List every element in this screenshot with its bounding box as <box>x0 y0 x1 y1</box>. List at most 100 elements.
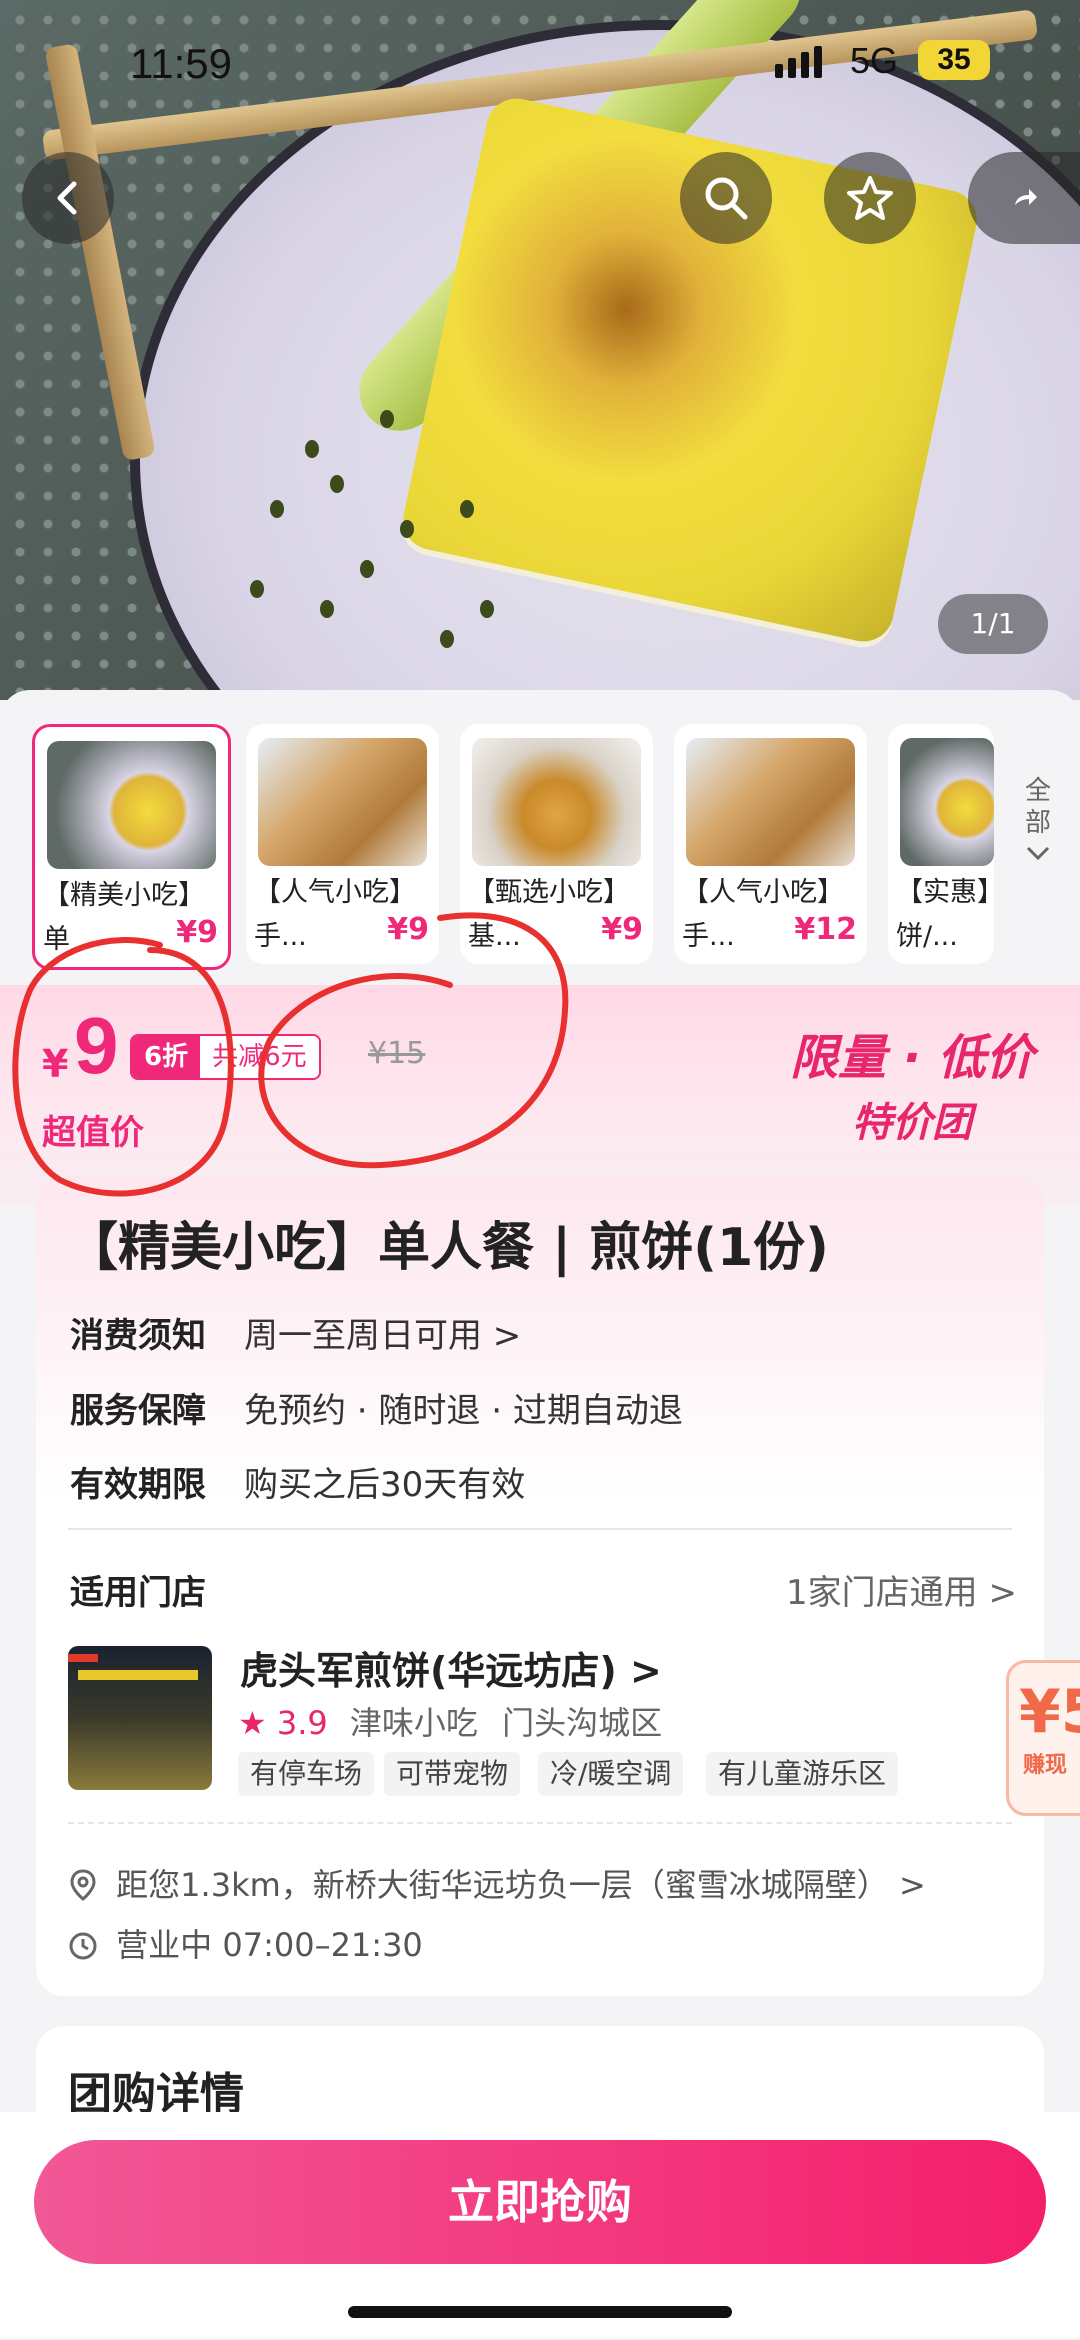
thumbnail-price: ¥9 <box>387 912 429 947</box>
reward-amount: ¥5 <box>1019 1677 1080 1747</box>
thumbnail-title: 【甄选小吃】 <box>468 877 630 908</box>
thumbnail-subtitle: 基... <box>468 921 521 952</box>
thumbnail-subtitle: 手... <box>682 921 735 952</box>
star-icon: ★ <box>238 1704 267 1742</box>
thumbnail-item[interactable]: 【人气小吃】 手... ¥12 <box>674 724 867 964</box>
store-sign-light <box>78 1670 198 1680</box>
mung-bean <box>250 580 264 598</box>
thumbnail-image <box>472 738 641 866</box>
mung-bean <box>320 600 334 618</box>
info-row-usage[interactable]: 消费须知 周一至周日可用 > <box>70 1308 521 1357</box>
thumbnail-image <box>900 738 994 866</box>
chevron-down-icon <box>1026 846 1050 861</box>
package-thumbnails: 【精美小吃】 单 ¥9 【人气小吃】 手... ¥9 【甄选小吃】 基... ¥… <box>0 712 1080 974</box>
thumbnail-item[interactable]: 【精美小吃】 单 ¥9 <box>32 724 231 970</box>
thumbnail-item[interactable]: 【实惠】 饼/... <box>888 724 994 964</box>
thumbnail-price: ¥9 <box>601 912 643 947</box>
saving-amount: 共减6元 <box>200 1036 319 1078</box>
reward-label: 赚现 <box>1023 1753 1068 1778</box>
mung-bean <box>460 500 474 518</box>
star-icon <box>847 176 893 220</box>
info-value: 周一至周日可用 > <box>244 1316 522 1356</box>
status-time: 11:59 <box>130 40 232 87</box>
thumbnail-image <box>47 741 216 869</box>
battery-icon: 35 <box>918 40 990 80</box>
location-pin-icon <box>70 1869 96 1901</box>
info-key: 消费须知 <box>70 1316 206 1356</box>
thumbnail-title: 【人气小吃】 <box>682 877 844 908</box>
mung-bean <box>480 600 494 618</box>
view-all-label: 部 <box>1024 808 1051 838</box>
store-tag: 冷/暖空调 <box>538 1752 684 1796</box>
mung-bean <box>400 520 414 538</box>
thumbnail-title: 【人气小吃】 <box>254 877 416 908</box>
thumbnail-price: ¥9 <box>176 915 218 950</box>
search-button[interactable] <box>680 152 772 244</box>
share-button[interactable] <box>968 152 1080 244</box>
mung-bean <box>440 630 454 648</box>
thumbnail-image <box>686 738 855 866</box>
status-bar: 11:59 5G 35 <box>0 0 1080 120</box>
discount-rate: 6折 <box>132 1036 201 1078</box>
thumbnail-title: 【精美小吃】 <box>43 880 205 911</box>
price-currency: ¥ <box>42 1042 69 1086</box>
view-all-label: 全 <box>1024 776 1051 806</box>
buy-now-button[interactable]: 立即抢购 <box>34 2140 1046 2264</box>
store-rating-row: ★ 3.9 津味小吃 门头沟城区 <box>238 1698 662 1744</box>
mung-bean <box>330 475 344 493</box>
promo-subheadline: 特价团 <box>852 1100 972 1146</box>
store-tag: 有停车场 <box>238 1752 375 1796</box>
view-all-button[interactable]: 全 部 <box>1008 775 1068 871</box>
store-address: 距您1.3km，新桥大街华远坊负一层（蜜雪冰城隔壁） > <box>116 1866 926 1904</box>
mung-bean <box>305 440 319 458</box>
value-price-label: 超值价 <box>42 1113 144 1153</box>
thumbnail-title: 【实惠】 <box>896 877 994 908</box>
network-type: 5G <box>850 40 899 81</box>
clock-icon <box>69 1932 97 1960</box>
search-icon <box>705 177 748 220</box>
store-category: 津味小吃 <box>349 1704 478 1742</box>
store-photo[interactable] <box>68 1646 212 1790</box>
info-key: 有效期限 <box>70 1465 206 1505</box>
image-page-indicator: 1/1 <box>938 594 1048 654</box>
thumbnail-subtitle: 饼/... <box>896 921 958 952</box>
favorite-button[interactable] <box>824 152 916 244</box>
signal-icon <box>775 46 822 78</box>
thumbnail-item[interactable]: 【人气小吃】 手... ¥9 <box>246 724 439 964</box>
store-tag: 可带宠物 <box>384 1752 521 1796</box>
promo-headline: 限量 · 低价 <box>790 1030 1034 1086</box>
store-count-link[interactable]: 1家门店通用 > <box>786 1565 1017 1614</box>
info-key: 服务保障 <box>70 1391 206 1431</box>
discount-badge[interactable]: 6折 共减6元 <box>130 1034 321 1080</box>
mung-bean <box>380 410 394 428</box>
share-icon <box>1015 189 1037 205</box>
original-price: ¥15 <box>368 1036 426 1071</box>
store-rating: 3.9 <box>276 1704 328 1742</box>
back-button[interactable] <box>22 152 114 244</box>
store-hours: 营业中 07:00–21:30 <box>116 1926 423 1964</box>
cash-reward-badge[interactable]: ¥5 赚现 <box>1006 1660 1080 1816</box>
thumbnail-subtitle: 单 <box>43 924 70 955</box>
store-tag: 有儿童游乐区 <box>706 1752 899 1796</box>
thumbnail-item[interactable]: 【甄选小吃】 基... ¥9 <box>460 724 653 964</box>
store-area: 门头沟城区 <box>502 1704 663 1742</box>
store-name-link[interactable]: 虎头军煎饼(华远坊店) > <box>240 1640 662 1695</box>
product-title: 【精美小吃】单人餐 | 煎饼(1份) <box>66 1218 829 1278</box>
back-arrow-icon <box>57 181 77 215</box>
store-sign-light <box>68 1654 98 1662</box>
mung-bean <box>270 500 284 518</box>
store-hours-row: 营业中 07:00–21:30 <box>68 1920 423 1966</box>
info-value: 免预约 · 随时退 · 过期自动退 <box>244 1391 683 1431</box>
price-amount: 9 <box>74 1001 119 1090</box>
store-section-label: 适用门店 <box>70 1573 206 1613</box>
mung-bean <box>360 560 374 578</box>
info-row-validity: 有效期限 购买之后30天有效 <box>70 1457 525 1506</box>
info-row-guarantee: 服务保障 免预约 · 随时退 · 过期自动退 <box>70 1383 683 1432</box>
thumbnail-price: ¥12 <box>794 912 857 947</box>
home-indicator <box>348 2306 732 2318</box>
info-value: 购买之后30天有效 <box>244 1465 526 1505</box>
divider <box>68 1822 1012 1824</box>
thumbnail-image <box>258 738 427 866</box>
thumbnail-subtitle: 手... <box>254 921 307 952</box>
store-address-row[interactable]: 距您1.3km，新桥大街华远坊负一层（蜜雪冰城隔壁） > <box>68 1860 926 1906</box>
